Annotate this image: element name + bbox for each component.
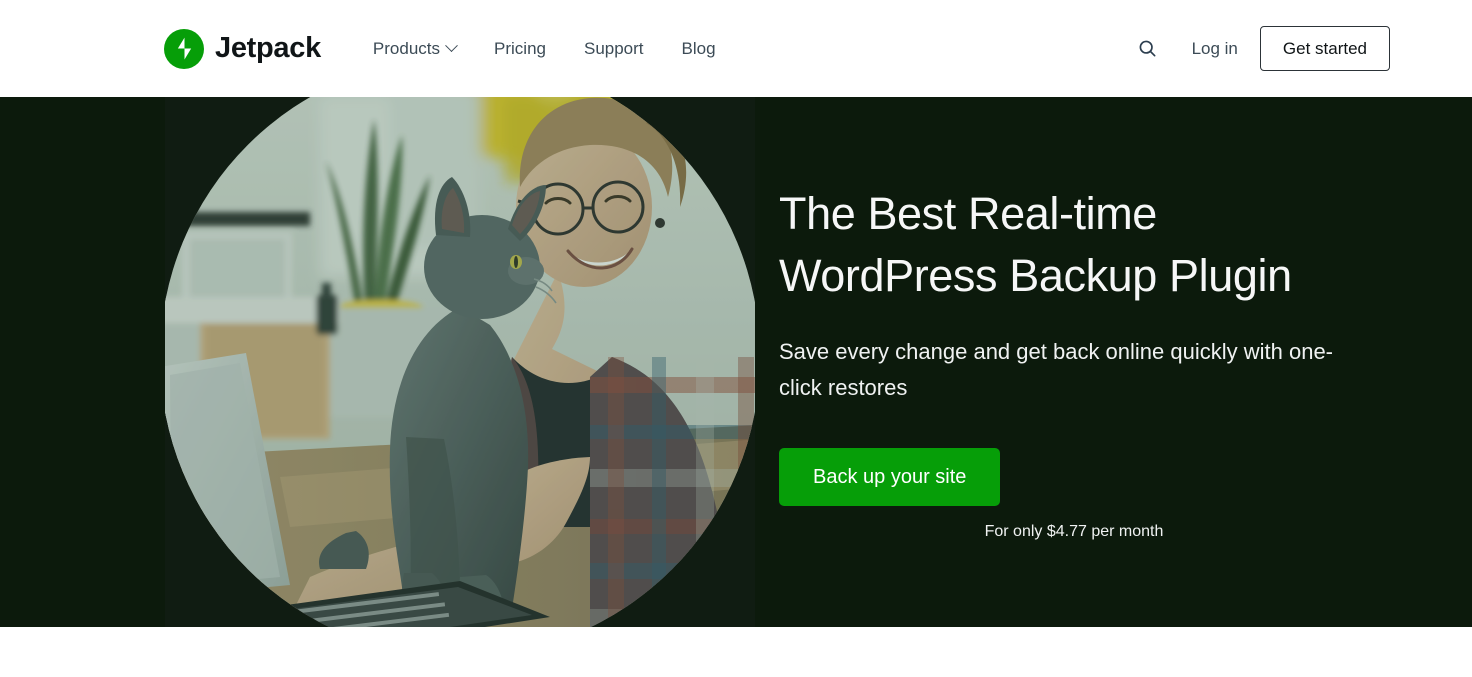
brand-name: Jetpack bbox=[215, 32, 321, 65]
page-bottom-spacer bbox=[0, 627, 1472, 677]
hero-circular-photo bbox=[165, 97, 755, 627]
chevron-down-icon bbox=[445, 39, 458, 52]
hero-title-line-2: WordPress Backup Plugin bbox=[779, 250, 1292, 301]
brand-logo-link[interactable]: Jetpack bbox=[164, 29, 321, 69]
hero-title: The Best Real-time WordPress Backup Plug… bbox=[779, 183, 1379, 307]
hero-content: The Best Real-time WordPress Backup Plug… bbox=[779, 97, 1379, 627]
nav-item-products[interactable]: Products bbox=[354, 29, 475, 69]
jetpack-lightning-bolt-icon bbox=[164, 29, 204, 69]
main-nav: Products Pricing Support Blog bbox=[354, 29, 735, 69]
hero-subtitle: Save every change and get back online qu… bbox=[779, 334, 1369, 405]
nav-item-support[interactable]: Support bbox=[565, 29, 663, 69]
hero-title-line-1: The Best Real-time bbox=[779, 188, 1157, 239]
back-up-your-site-button[interactable]: Back up your site bbox=[779, 448, 1000, 506]
hero-image-container bbox=[165, 97, 755, 627]
get-started-button[interactable]: Get started bbox=[1260, 26, 1390, 71]
nav-item-blog[interactable]: Blog bbox=[663, 29, 735, 69]
price-note: For only $4.77 per month bbox=[985, 523, 1164, 541]
hero-actions: Back up your site For only $4.77 per mon… bbox=[779, 448, 1379, 541]
search-icon[interactable] bbox=[1128, 29, 1168, 69]
nav-item-label: Products bbox=[373, 39, 440, 59]
site-header: Jetpack Products Pricing Support Blog Lo… bbox=[0, 0, 1472, 97]
nav-item-pricing[interactable]: Pricing bbox=[475, 29, 565, 69]
header-actions: Log in Get started bbox=[1128, 26, 1390, 71]
login-link[interactable]: Log in bbox=[1168, 29, 1260, 69]
hero-section: The Best Real-time WordPress Backup Plug… bbox=[0, 97, 1472, 627]
